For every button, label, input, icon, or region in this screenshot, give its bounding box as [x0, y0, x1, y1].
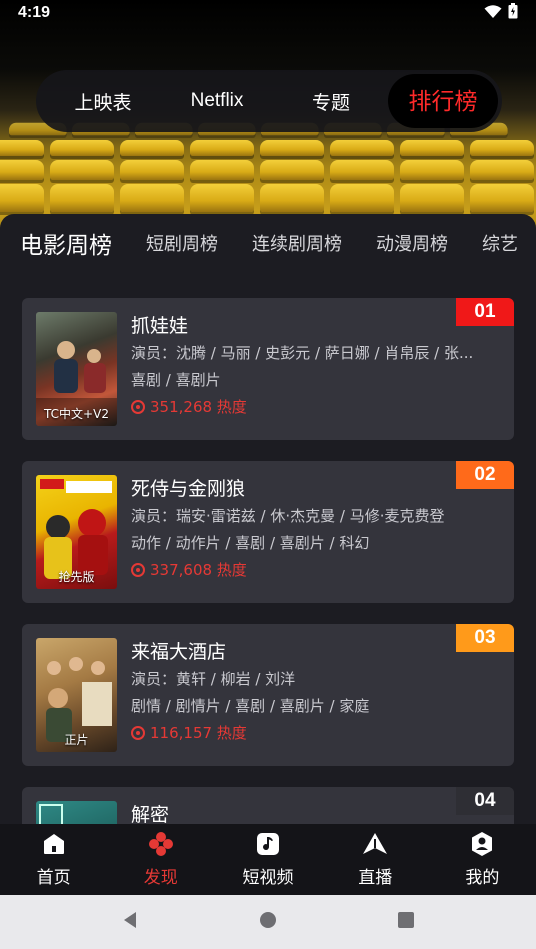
movie-card[interactable]: 03 正片 来福大酒店 演员：黄轩 / 柳岩 / 刘洋 剧情 / 剧情片 / 喜…: [22, 624, 514, 766]
movie-card[interactable]: 04 解密: [22, 787, 514, 824]
movie-poster: TC中文+V2: [36, 312, 117, 426]
movie-genres: 动作 / 动作片 / 喜剧 / 喜剧片 / 科幻: [131, 534, 370, 552]
nav-label: 发现: [143, 868, 178, 888]
movie-heat: 337,608 热度: [131, 557, 505, 583]
live-icon: [362, 831, 388, 857]
movie-heat: 351,268 热度: [131, 394, 505, 420]
movie-cast: 演员：沈腾 / 马丽 / 史彭元 / 萨日娜 / 肖帛辰 / 张...: [131, 344, 474, 362]
heat-value: 337,608 热度: [150, 561, 247, 579]
tab-variety-weekly[interactable]: 综艺: [482, 230, 518, 256]
movie-genres: 剧情 / 剧情片 / 喜剧 / 喜剧片 / 家庭: [131, 697, 370, 715]
nav-live[interactable]: 直播: [322, 824, 429, 895]
nav-profile[interactable]: 我的: [429, 824, 536, 895]
tab-schedule[interactable]: 上映表: [46, 88, 160, 115]
movie-info: 死侍与金刚狼 演员：瑞安·雷诺兹 / 休·杰克曼 / 马修·麦克费登 动作 / …: [131, 475, 505, 583]
movie-poster: 抢先版: [36, 475, 117, 589]
status-bar: 4:19: [0, 0, 536, 26]
heat-value: 116,157 热度: [150, 724, 247, 742]
nav-home[interactable]: 首页: [0, 824, 107, 895]
movie-title: 死侍与金刚狼: [131, 478, 246, 500]
wifi-icon: [484, 4, 502, 23]
movie-info: 抓娃娃 演员：沈腾 / 马丽 / 史彭元 / 萨日娜 / 肖帛辰 / 张... …: [131, 312, 505, 420]
nav-label: 我的: [465, 868, 500, 888]
battery-icon: [508, 3, 518, 23]
bottom-nav: 首页 发现 短视频 直播 我的: [0, 824, 536, 895]
discover-icon: [148, 831, 174, 857]
top-tab-bar: 上映表 Netflix 专题 排行榜: [36, 70, 502, 132]
tab-rankings[interactable]: 排行榜: [388, 74, 498, 128]
heat-icon: [131, 726, 145, 740]
tab-movie-weekly[interactable]: 电影周榜: [20, 226, 112, 260]
movie-title: 抓娃娃: [131, 315, 189, 337]
music-note-icon: [255, 831, 281, 857]
movie-title: 来福大酒店: [131, 641, 227, 663]
status-icons: [484, 3, 518, 23]
home-icon: [41, 831, 67, 857]
back-icon[interactable]: [121, 911, 139, 933]
movie-poster: [36, 801, 117, 824]
tab-series-weekly[interactable]: 连续剧周榜: [252, 230, 342, 256]
poster-caption: TC中文+V2: [44, 407, 109, 421]
movie-genres: 喜剧 / 喜剧片: [131, 371, 221, 389]
nav-short-video[interactable]: 短视频: [214, 824, 321, 895]
movie-cast: 演员：黄轩 / 柳岩 / 刘洋: [131, 670, 296, 688]
movie-heat: 116,157 热度: [131, 720, 505, 746]
tab-short-drama-weekly[interactable]: 短剧周榜: [146, 230, 218, 256]
nav-label: 直播: [358, 868, 393, 888]
status-time: 4:19: [18, 4, 51, 21]
category-tabs: 电影周榜 短剧周榜 连续剧周榜 动漫周榜 综艺: [0, 214, 536, 272]
movie-info: 来福大酒店 演员：黄轩 / 柳岩 / 刘洋 剧情 / 剧情片 / 喜剧 / 喜剧…: [131, 638, 505, 746]
heat-icon: [131, 563, 145, 577]
heat-icon: [131, 400, 145, 414]
nav-label: 首页: [36, 868, 71, 888]
tab-netflix[interactable]: Netflix: [160, 90, 274, 112]
movie-card[interactable]: 01 TC中文+V2 抓娃娃 演员：沈腾 / 马丽 / 史彭元 / 萨日娜 / …: [22, 298, 514, 440]
rankings-panel: 电影周榜 短剧周榜 连续剧周榜 动漫周榜 综艺 01 TC中文+V2 抓娃娃 演…: [0, 214, 536, 824]
poster-caption: 正片: [64, 733, 89, 747]
movie-card[interactable]: 02 抢先版 死侍与金刚狼 演员：瑞安·雷诺兹 / 休·杰克曼 / 马修·麦克费…: [22, 461, 514, 603]
movie-info: 解密: [131, 801, 505, 824]
nav-label: 短视频: [242, 868, 294, 888]
recents-icon[interactable]: [397, 911, 415, 933]
movie-poster: 正片: [36, 638, 117, 752]
heat-value: 351,268 热度: [150, 398, 247, 416]
ranking-list: 01 TC中文+V2 抓娃娃 演员：沈腾 / 马丽 / 史彭元 / 萨日娜 / …: [22, 298, 514, 824]
system-navigation-bar: [0, 895, 536, 949]
tab-anime-weekly[interactable]: 动漫周榜: [376, 230, 448, 256]
nav-discover[interactable]: 发现: [107, 824, 214, 895]
movie-cast: 演员：瑞安·雷诺兹 / 休·杰克曼 / 马修·麦克费登: [131, 507, 445, 525]
tab-topics[interactable]: 专题: [274, 88, 388, 115]
movie-title: 解密: [131, 804, 170, 824]
poster-caption: 抢先版: [58, 570, 95, 584]
home-button-icon[interactable]: [259, 911, 277, 933]
profile-icon: [469, 831, 495, 857]
